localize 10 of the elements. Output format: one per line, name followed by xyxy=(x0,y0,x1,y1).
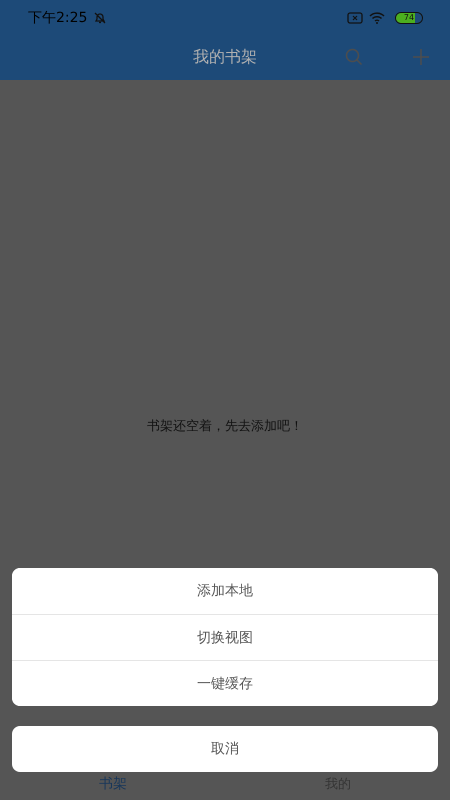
empty-message: 书架还空着，先去添加吧！ xyxy=(147,418,303,434)
add-icon[interactable] xyxy=(413,49,429,65)
status-time: 下午2:25 xyxy=(28,8,88,26)
menu-item[interactable]: 一键缓存 xyxy=(12,660,438,706)
cancel-button[interactable]: 取消 xyxy=(12,726,438,772)
page-title: 我的书架 xyxy=(193,47,257,68)
bell-off-icon xyxy=(93,10,108,24)
battery-level: 74 xyxy=(402,12,416,22)
search-icon[interactable] xyxy=(345,48,363,66)
wifi-icon xyxy=(369,12,385,24)
